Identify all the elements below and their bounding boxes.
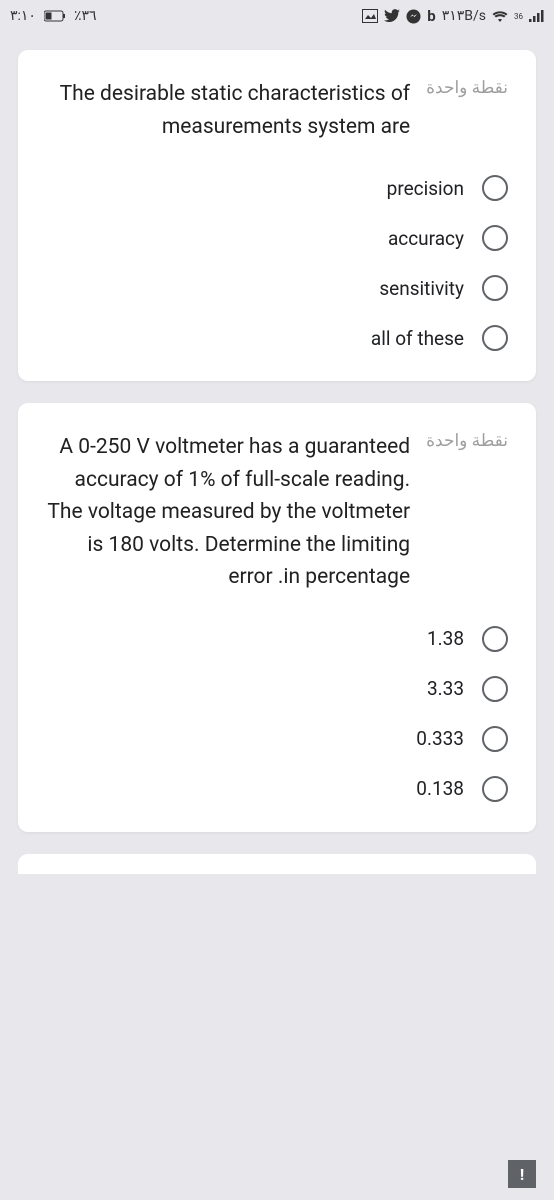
question-card-peek <box>18 854 536 874</box>
option-item[interactable]: all of these <box>46 315 508 361</box>
status-left: ٣:١٠ ٪٣٦ <box>10 8 97 24</box>
option-item[interactable]: precision <box>46 165 508 211</box>
option-label: precision <box>387 177 464 200</box>
radio-icon <box>482 275 508 301</box>
radio-icon <box>482 225 508 251</box>
options-group: precision accuracy sensitivity all of th… <box>46 165 508 361</box>
radio-icon <box>482 676 508 702</box>
status-bar: ٣:١٠ ٪٣٦ b ٣١٣ <box>0 0 554 32</box>
radio-icon <box>482 776 508 802</box>
question-text: The desirable static characteristics of … <box>46 78 410 143</box>
option-label: accuracy <box>388 227 464 250</box>
b-icon: b <box>427 7 435 25</box>
battery-icon <box>44 10 66 22</box>
screenshot-icon <box>362 8 378 24</box>
content-area: نقطة واحدة The desirable static characte… <box>0 32 554 892</box>
radio-icon <box>482 726 508 752</box>
option-item[interactable]: sensitivity <box>46 265 508 311</box>
option-item[interactable]: 1.38 <box>46 616 508 662</box>
card-header: نقطة واحدة A 0-250 V voltmeter has a gua… <box>46 431 508 594</box>
option-label: 0.333 <box>416 727 464 750</box>
network-speed: ٣١٣B/s <box>442 8 486 24</box>
radio-icon <box>482 325 508 351</box>
card-header: نقطة واحدة The desirable static characte… <box>46 78 508 143</box>
question-card: نقطة واحدة A 0-250 V voltmeter has a gua… <box>18 403 536 832</box>
report-button[interactable]: ! <box>508 1160 536 1188</box>
question-card: نقطة واحدة The desirable static characte… <box>18 50 536 381</box>
points-label: نقطة واحدة <box>426 431 508 451</box>
option-item[interactable]: 0.333 <box>46 716 508 762</box>
wifi-icon <box>492 8 508 24</box>
signal-badge: 36 <box>514 12 523 21</box>
time-text: ٣:١٠ <box>10 8 36 24</box>
twitter-icon <box>384 8 400 24</box>
option-label: sensitivity <box>379 277 464 300</box>
radio-icon <box>482 175 508 201</box>
signal-icon <box>529 8 544 24</box>
option-item[interactable]: accuracy <box>46 215 508 261</box>
option-item[interactable]: 0.138 <box>46 766 508 812</box>
messenger-icon <box>406 8 421 24</box>
question-text: A 0-250 V voltmeter has a guaranteed acc… <box>46 431 410 594</box>
radio-icon <box>482 626 508 652</box>
status-right: b ٣١٣B/s 36 <box>362 7 544 25</box>
exclamation-icon: ! <box>520 1165 524 1184</box>
option-label: 3.33 <box>427 677 464 700</box>
options-group: 1.38 3.33 0.333 0.138 <box>46 616 508 812</box>
option-label: 0.138 <box>416 777 464 800</box>
battery-percent: ٪٣٦ <box>74 8 97 24</box>
option-label: all of these <box>371 327 464 350</box>
points-label: نقطة واحدة <box>426 78 508 98</box>
option-label: 1.38 <box>427 627 464 650</box>
option-item[interactable]: 3.33 <box>46 666 508 712</box>
